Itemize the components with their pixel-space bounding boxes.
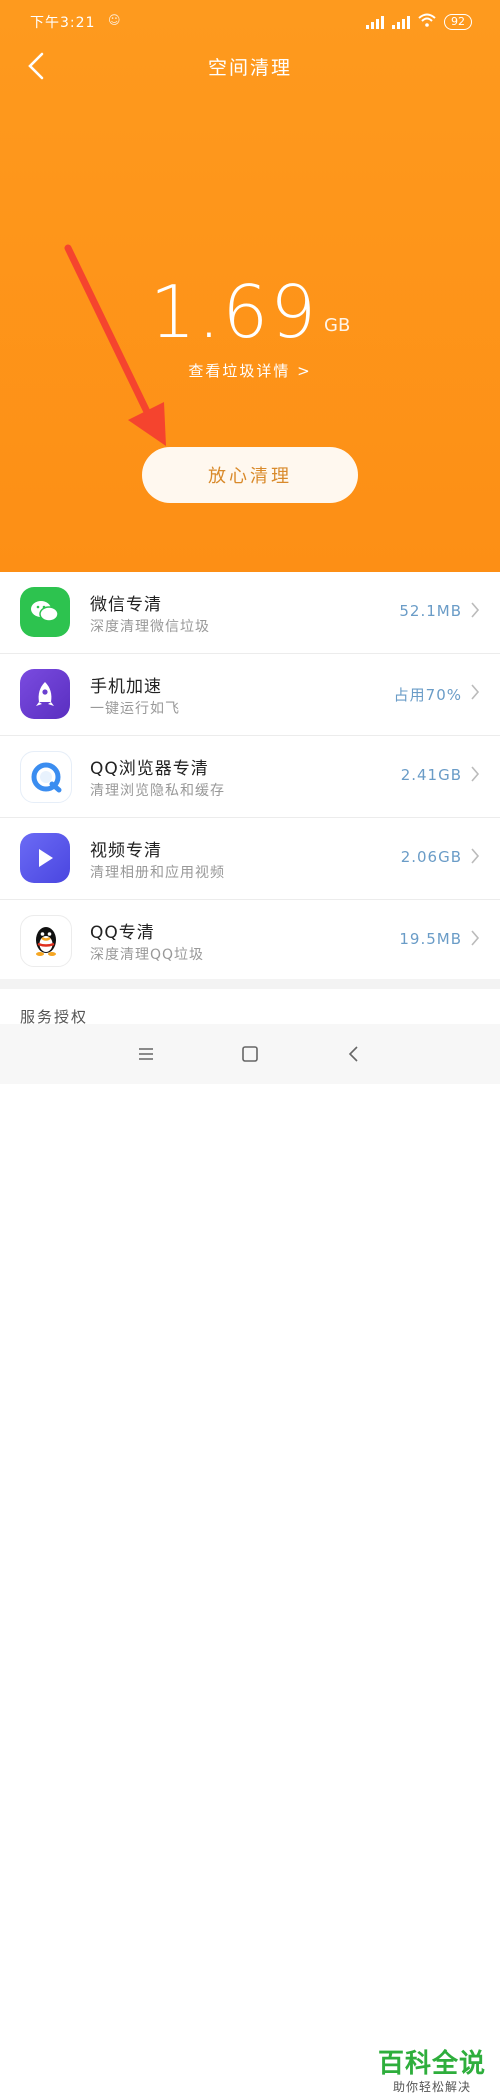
wifi-icon: [418, 12, 436, 31]
watermark-title: 百科全说: [377, 2049, 486, 2079]
item-subtitle: 一键运行如飞: [90, 701, 180, 717]
item-value: 2.41GB: [400, 766, 462, 784]
item-subtitle: 深度清理微信垃圾: [90, 619, 210, 635]
item-title: QQ浏览器专清: [90, 759, 209, 779]
item-subtitle: 清理相册和应用视频: [90, 865, 225, 881]
wechat-icon: [20, 587, 70, 637]
top-bar: 空间清理: [0, 44, 500, 90]
item-title: QQ专清: [90, 923, 155, 943]
rocket-icon: [20, 669, 70, 719]
status-bar: 下午3:21 ☺ 92: [0, 0, 500, 44]
home-nav-button[interactable]: [238, 1042, 262, 1066]
chevron-right-icon: [471, 766, 480, 782]
junk-size-value: 1.69: [149, 270, 318, 354]
section-divider: [0, 979, 500, 989]
item-value: 2.06GB: [400, 848, 462, 866]
hero-panel: 下午3:21 ☺ 92 空间清理 1.69 GB 查看垃圾详情 > 放心清理: [0, 0, 500, 572]
junk-size-unit: GB: [324, 315, 351, 336]
battery-icon: 92: [444, 13, 472, 30]
clean-button[interactable]: 放心清理: [142, 447, 358, 503]
item-value: 占用70%: [393, 686, 462, 704]
back-nav-button[interactable]: [342, 1042, 366, 1066]
item-title: 手机加速: [90, 677, 162, 697]
system-nav-bar: 百科全说 助你轻松解决: [0, 1024, 500, 2094]
list-item-phone-speedup[interactable]: 手机加速 一键运行如飞 占用70%: [0, 654, 500, 736]
menu-nav-button[interactable]: [134, 1042, 158, 1066]
list-item-video[interactable]: 视频专清 清理相册和应用视频 2.06GB: [0, 818, 500, 900]
junk-size: 1.69 GB: [0, 270, 500, 354]
watermark-subtitle: 助你轻松解决: [392, 2080, 471, 2094]
chevron-right-icon: [471, 684, 480, 700]
clean-item-list: 微信专清 深度清理微信垃圾 52.1MB 手机加速 一键运行如飞 占用70% Q…: [0, 572, 500, 981]
back-chevron-icon: [348, 1046, 358, 1062]
status-time: 下午3:21: [30, 15, 96, 31]
list-item-wechat[interactable]: 微信专清 深度清理微信垃圾 52.1MB: [0, 572, 500, 654]
item-title: 视频专清: [90, 841, 162, 861]
signal-icon: [392, 15, 410, 29]
qq-browser-icon: [20, 751, 72, 803]
chevron-right-icon: [471, 602, 480, 618]
item-subtitle: 清理浏览隐私和缓存: [90, 783, 225, 799]
page-title: 空间清理: [207, 57, 292, 79]
item-title: 微信专清: [90, 595, 162, 615]
list-item-qq[interactable]: QQ专清 深度清理QQ垃圾 19.5MB: [0, 900, 500, 981]
status-icons: 92: [366, 12, 472, 31]
chevron-right-icon: [471, 930, 480, 946]
signal-icon: [366, 15, 384, 29]
watermark: 百科全说 助你轻松解决: [378, 2050, 486, 2095]
video-play-icon: [20, 833, 70, 883]
view-junk-details-link[interactable]: 查看垃圾详情 >: [0, 360, 500, 381]
list-item-qq-browser[interactable]: QQ浏览器专清 清理浏览隐私和缓存 2.41GB: [0, 736, 500, 818]
item-value: 52.1MB: [399, 602, 462, 620]
chevron-right-icon: [471, 848, 480, 864]
menu-icon: [139, 1048, 153, 1060]
item-value: 19.5MB: [399, 930, 462, 948]
item-subtitle: 深度清理QQ垃圾: [90, 947, 205, 963]
notification-icon: ☺: [108, 13, 121, 27]
qq-penguin-icon: [20, 915, 72, 967]
home-square-icon: [242, 1046, 258, 1062]
